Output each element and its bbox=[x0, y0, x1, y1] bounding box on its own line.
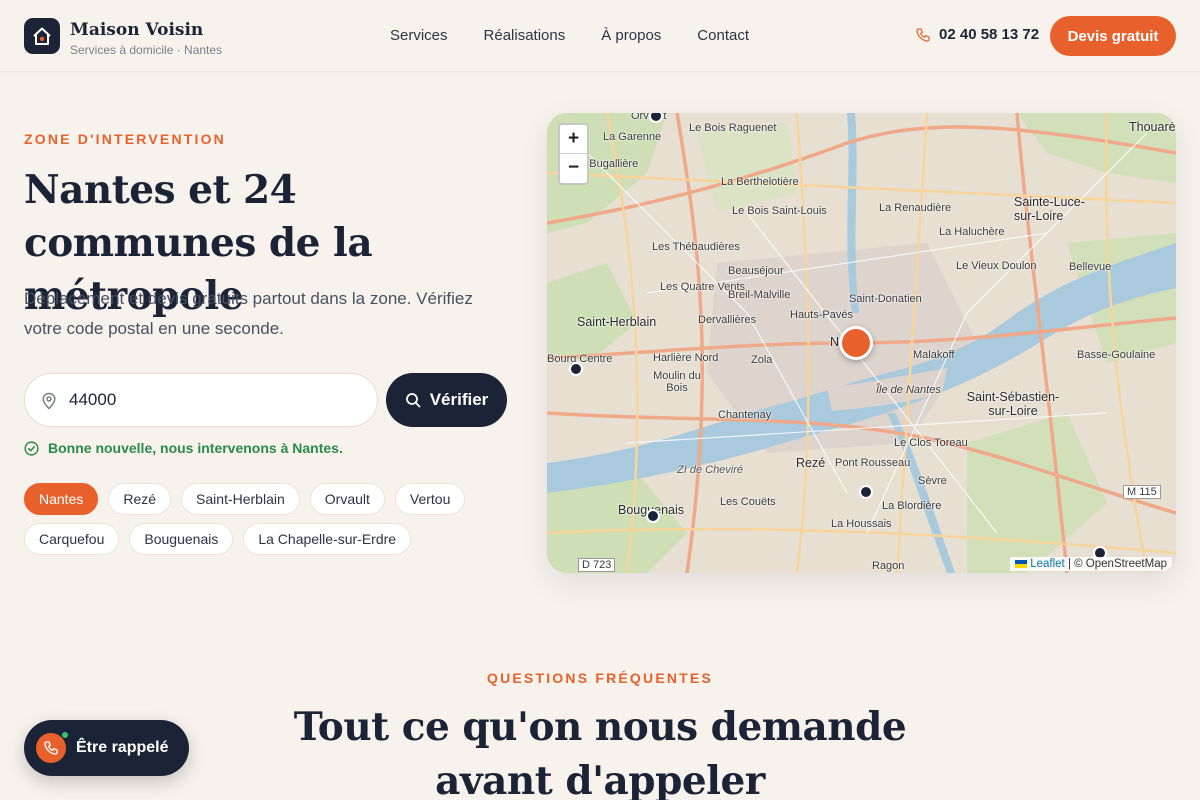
nav-a-propos[interactable]: À propos bbox=[601, 27, 661, 44]
map-label: Harlière Nord bbox=[653, 352, 719, 364]
nav-realisations[interactable]: Réalisations bbox=[484, 27, 566, 44]
map-label: ZI de Cheviré bbox=[677, 464, 744, 476]
ukraine-flag-icon bbox=[1015, 559, 1028, 568]
search-icon bbox=[405, 393, 421, 408]
map-label: Malakoff bbox=[913, 349, 955, 361]
map-label: Saint-Donatien bbox=[849, 293, 922, 305]
map-marker[interactable] bbox=[646, 509, 660, 523]
map-label: M 115 bbox=[1123, 485, 1161, 499]
map-label: D 723 bbox=[578, 558, 616, 572]
map-label: Les Thébaudières bbox=[652, 241, 740, 253]
nav-contact[interactable]: Contact bbox=[697, 27, 749, 44]
nav-services[interactable]: Services bbox=[390, 27, 448, 44]
map-label: La Houssais bbox=[831, 518, 892, 530]
map-label: Saint-Herblain bbox=[577, 315, 657, 329]
main-nav: Services Réalisations À propos Contact bbox=[372, 27, 767, 44]
map-marker[interactable] bbox=[859, 485, 873, 499]
house-icon[interactable] bbox=[24, 18, 60, 54]
brand-tagline: Services à domicile · Nantes bbox=[70, 43, 223, 57]
map-attribution: Leaflet | © OpenStreetMap bbox=[1010, 557, 1172, 571]
map-label: Hauts-Pavés bbox=[790, 309, 853, 321]
map-label: Saint-Sébastien-sur-Loire bbox=[966, 390, 1060, 418]
site-header: Maison Voisin Services à domicile · Nant… bbox=[0, 0, 1200, 72]
map-label: Moulin du Bois bbox=[653, 370, 701, 394]
map-label: Le Vieux Doulon bbox=[956, 260, 1037, 272]
chip-bouguenais[interactable]: Bouguenais bbox=[129, 523, 234, 555]
phone-link[interactable]: 02 40 58 13 72 bbox=[915, 26, 1039, 43]
devis-gratuit-button[interactable]: Devis gratuit bbox=[1050, 16, 1176, 56]
map-label: Zola bbox=[751, 354, 773, 366]
chip-nantes[interactable]: Nantes bbox=[24, 483, 99, 515]
chip-reze[interactable]: Rezé bbox=[108, 483, 172, 515]
zoom-in-button[interactable]: + bbox=[560, 125, 587, 154]
map-label: Sainte-Luce-sur-Loire bbox=[1014, 195, 1085, 223]
coverage-map[interactable]: Orvault La Garenne Le Bois Raguenet La B… bbox=[547, 113, 1176, 573]
selected-city-marker[interactable] bbox=[839, 326, 873, 360]
map-label: La Blordière bbox=[882, 500, 942, 512]
hero-description: Déplacement et devis gratuits partout da… bbox=[24, 289, 473, 338]
postcode-input[interactable] bbox=[69, 382, 359, 418]
map-label: Le Clos Toreau bbox=[894, 437, 968, 449]
chip-vertou[interactable]: Vertou bbox=[394, 483, 466, 515]
location-pin-icon bbox=[42, 392, 56, 410]
map-label: La Garenne bbox=[603, 131, 662, 143]
map-label: Les Couëts bbox=[720, 496, 776, 508]
leaflet-link[interactable]: Leaflet bbox=[1030, 558, 1065, 570]
osm-attribution[interactable]: © OpenStreetMap bbox=[1074, 558, 1167, 570]
phone-icon bbox=[916, 27, 930, 42]
chip-carquefou[interactable]: Carquefou bbox=[24, 523, 120, 555]
callback-label: Être rappelé bbox=[76, 739, 169, 756]
faq-eyebrow: QUESTIONS FRÉQUENTES bbox=[486, 670, 714, 686]
map-label: Thouaré bbox=[1129, 120, 1176, 134]
map-label: Île de Nantes bbox=[876, 384, 941, 396]
chip-orvault[interactable]: Orvault bbox=[309, 483, 385, 515]
phone-number: 02 40 58 13 72 bbox=[939, 26, 1040, 43]
commune-chips: Nantes Rezé Saint-Herblain Orvault Verto… bbox=[24, 483, 504, 563]
verify-button-label: Vérifier bbox=[429, 390, 489, 409]
map-label: La Renaudière bbox=[879, 202, 952, 214]
check-circle-icon bbox=[24, 440, 39, 456]
map-zoom-control: + − bbox=[558, 123, 589, 185]
brand-name[interactable]: Maison Voisin bbox=[70, 20, 203, 40]
map-label: Le Bois Raguenet bbox=[689, 122, 777, 134]
online-status-indicator bbox=[61, 731, 69, 739]
map-label: Le Bois Saint-Louis bbox=[732, 205, 827, 217]
attribution-separator: | bbox=[1064, 558, 1075, 570]
map-label: Pont Rousseau bbox=[835, 457, 911, 469]
map-marker[interactable] bbox=[569, 362, 583, 376]
map-label: Sèvre bbox=[918, 475, 947, 487]
zoom-out-button[interactable]: − bbox=[560, 154, 587, 183]
map-label: La Haluchère bbox=[939, 226, 1005, 238]
map-label: La Berthelotière bbox=[721, 176, 799, 188]
faq-title: Tout ce qu'on nous demande avant d'appel… bbox=[293, 704, 907, 800]
coverage-status-text: Bonne nouvelle, nous intervenons à Nante… bbox=[48, 440, 343, 456]
map-label: Breil-Malville bbox=[728, 289, 791, 301]
hero-eyebrow: ZONE D'INTERVENTION bbox=[24, 131, 226, 147]
map-label: Rezé bbox=[796, 456, 826, 470]
map-label: Ragon bbox=[872, 560, 905, 572]
chip-la-chapelle-sur-erdre[interactable]: La Chapelle-sur-Erdre bbox=[243, 523, 412, 555]
chip-saint-herblain[interactable]: Saint-Herblain bbox=[181, 483, 300, 515]
map-label: Dervallières bbox=[698, 314, 757, 326]
map-label: Beauséjour bbox=[728, 265, 784, 277]
verify-button[interactable]: Vérifier bbox=[386, 373, 507, 427]
map-label: Bellevue bbox=[1069, 261, 1112, 273]
map-label: Basse-Goulaine bbox=[1077, 349, 1156, 361]
postcode-search bbox=[24, 373, 378, 427]
map-label: Chantenay bbox=[718, 409, 772, 421]
callback-button[interactable]: Être rappelé bbox=[24, 720, 189, 776]
coverage-status: Bonne nouvelle, nous intervenons à Nante… bbox=[24, 440, 343, 456]
